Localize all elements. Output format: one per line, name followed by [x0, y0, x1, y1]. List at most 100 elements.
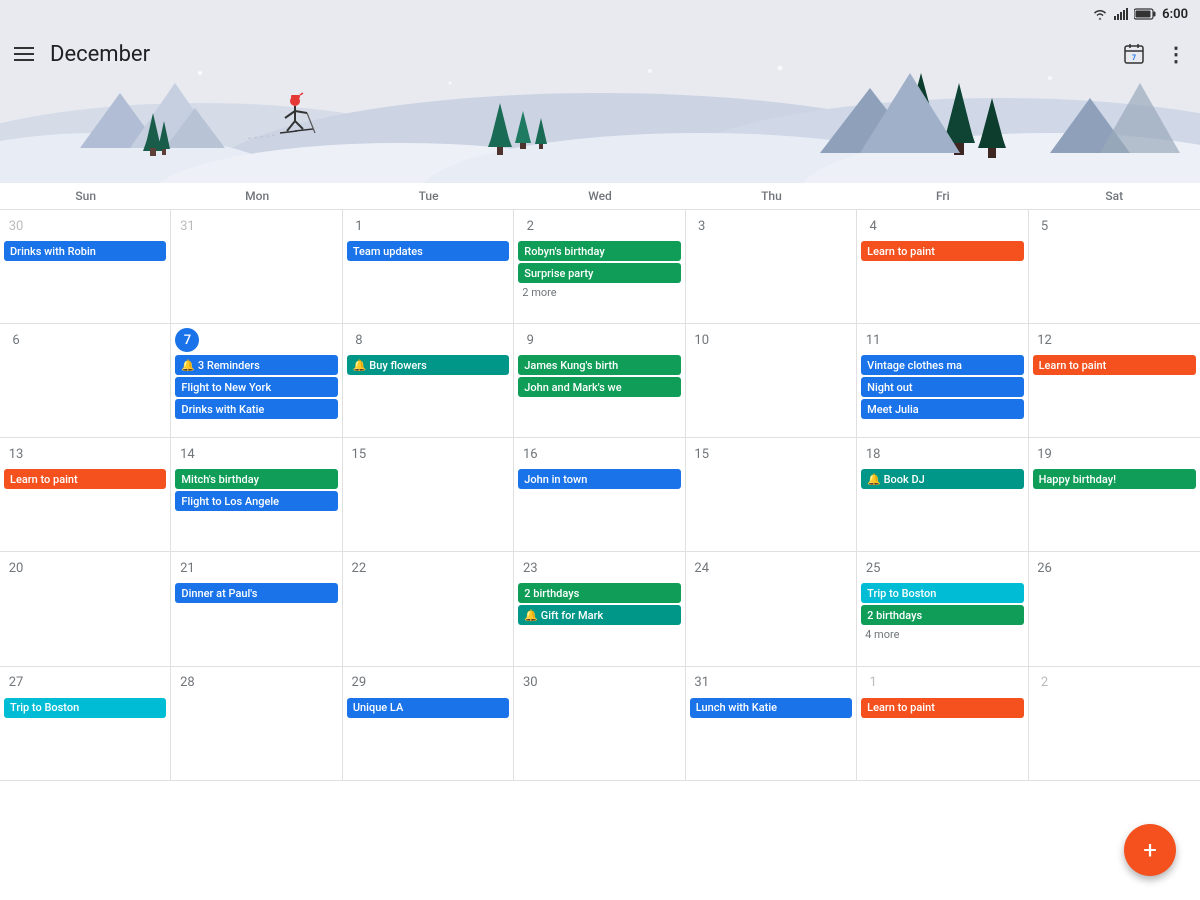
date-number-w1-d6[interactable]: 12 [1033, 328, 1057, 352]
event-w2-d1-e1[interactable]: Flight to Los Angele [175, 491, 337, 511]
event-w2-d1-e0[interactable]: Mitch's birthday [175, 469, 337, 489]
date-number-w0-d1[interactable]: 31 [175, 214, 199, 238]
date-number-w0-d3[interactable]: 2 [518, 214, 542, 238]
event-w3-d5-e0[interactable]: Trip to Boston [861, 583, 1023, 603]
date-number-w4-d5[interactable]: 1 [861, 671, 885, 695]
event-w1-d5-e0[interactable]: Vintage clothes ma [861, 355, 1023, 375]
date-number-w0-d4[interactable]: 3 [690, 214, 714, 238]
date-number-w4-d4[interactable]: 31 [690, 671, 714, 695]
date-number-w3-d1[interactable]: 21 [175, 556, 199, 580]
day-header-sat: Sat [1029, 183, 1200, 209]
add-icon: + [1143, 836, 1157, 864]
event-w1-d3-e0[interactable]: James Kung's birth [518, 355, 680, 375]
event-w3-d1-e0[interactable]: Dinner at Paul's [175, 583, 337, 603]
day-header-wed: Wed [514, 183, 685, 209]
event-w4-d4-e0[interactable]: Lunch with Katie [690, 698, 852, 718]
calendar-cell-w1-d1: 7 🔔 3 RemindersFlight to New YorkDrinks w… [171, 324, 342, 438]
date-number-w0-d6[interactable]: 5 [1033, 214, 1057, 238]
calendar-cell-w3-d2: 22 [343, 552, 514, 666]
event-w1-d1-e1[interactable]: Flight to New York [175, 377, 337, 397]
event-w3-d3-e1[interactable]: 🔔 Gift for Mark [518, 605, 680, 625]
calendar-cell-w0-d3: 2 Robyn's birthdaySurprise party 2 more [514, 210, 685, 324]
calendar-cell-w1-d6: 12 Learn to paint [1029, 324, 1200, 438]
calendar-cell-w4-d6: 2 [1029, 667, 1200, 781]
calendar-cell-w0-d0: 30 Drinks with Robin [0, 210, 171, 324]
day-header-fri: Fri [857, 183, 1028, 209]
wifi-icon [1092, 8, 1108, 20]
date-number-w3-d3[interactable]: 23 [518, 556, 542, 580]
event-w1-d5-e1[interactable]: Night out [861, 377, 1023, 397]
date-number-w2-d6[interactable]: 19 [1033, 442, 1057, 466]
calendar-today-button[interactable]: 7 [1118, 38, 1150, 70]
more-link-w0-d3[interactable]: 2 more [518, 285, 680, 300]
date-number-w1-d3[interactable]: 9 [518, 328, 542, 352]
date-number-w0-d5[interactable]: 4 [861, 214, 885, 238]
date-number-w4-d1[interactable]: 28 [175, 671, 199, 695]
date-number-w1-d1[interactable]: 7 [175, 328, 199, 352]
more-options-button[interactable]: ⋮ [1166, 42, 1186, 66]
calendar-cell-w3-d0: 20 [0, 552, 171, 666]
event-w3-d3-e0[interactable]: 2 birthdays [518, 583, 680, 603]
date-number-w1-d0[interactable]: 6 [4, 328, 28, 352]
date-number-w3-d2[interactable]: 22 [347, 556, 371, 580]
event-w3-d5-e1[interactable]: 2 birthdays [861, 605, 1023, 625]
date-number-w2-d1[interactable]: 14 [175, 442, 199, 466]
event-w1-d5-e2[interactable]: Meet Julia [861, 399, 1023, 419]
event-w4-d2-e0[interactable]: Unique LA [347, 698, 509, 718]
event-w0-d5-e0[interactable]: Learn to paint [861, 241, 1023, 261]
date-number-w2-d0[interactable]: 13 [4, 442, 28, 466]
event-w1-d1-e2[interactable]: Drinks with Katie [175, 399, 337, 419]
date-number-w2-d2[interactable]: 15 [347, 442, 371, 466]
calendar-cell-w0-d4: 3 [686, 210, 857, 324]
date-number-w1-d4[interactable]: 10 [690, 328, 714, 352]
date-number-w4-d2[interactable]: 29 [347, 671, 371, 695]
date-number-w0-d0[interactable]: 30 [4, 214, 28, 238]
event-w0-d3-e1[interactable]: Surprise party [518, 263, 680, 283]
date-number-w3-d0[interactable]: 20 [4, 556, 28, 580]
event-w1-d3-e1[interactable]: John and Mark's we [518, 377, 680, 397]
event-w2-d0-e0[interactable]: Learn to paint [4, 469, 166, 489]
date-number-w4-d6[interactable]: 2 [1033, 671, 1057, 695]
event-w2-d3-e0[interactable]: John in town [518, 469, 680, 489]
calendar-cell-w4-d4: 31 Lunch with Katie [686, 667, 857, 781]
event-w1-d1-e0[interactable]: 🔔 3 Reminders [175, 355, 337, 375]
calendar-cell-w2-d4: 15 [686, 438, 857, 552]
add-event-button[interactable]: + [1124, 824, 1176, 876]
time-display: 6:00 [1162, 7, 1188, 22]
event-w2-d6-e0[interactable]: Happy birthday! [1033, 469, 1196, 489]
day-header-sun: Sun [0, 183, 171, 209]
event-w0-d3-e0[interactable]: Robyn's birthday [518, 241, 680, 261]
date-number-w3-d4[interactable]: 24 [690, 556, 714, 580]
menu-button[interactable] [14, 47, 34, 61]
calendar-cell-w3-d6: 26 [1029, 552, 1200, 666]
date-number-w1-d5[interactable]: 11 [861, 328, 885, 352]
calendar-cell-w0-d5: 4 Learn to paint [857, 210, 1028, 324]
date-number-w0-d2[interactable]: 1 [347, 214, 371, 238]
day-header-mon: Mon [171, 183, 342, 209]
date-number-w2-d3[interactable]: 16 [518, 442, 542, 466]
event-w2-d5-e0[interactable]: 🔔 Book DJ [861, 469, 1023, 489]
signal-icon [1114, 8, 1128, 20]
event-w4-d0-e0[interactable]: Trip to Boston [4, 698, 166, 718]
event-w1-d6-e0[interactable]: Learn to paint [1033, 355, 1196, 375]
calendar-cell-w4-d0: 27 Trip to Boston [0, 667, 171, 781]
event-w0-d0-e0[interactable]: Drinks with Robin [4, 241, 166, 261]
date-number-w2-d5[interactable]: 18 [861, 442, 885, 466]
event-w1-d2-e0[interactable]: 🔔 Buy flowers [347, 355, 509, 375]
header: December 7 ⋮ [0, 28, 1200, 183]
date-number-w3-d6[interactable]: 26 [1033, 556, 1057, 580]
date-number-w1-d2[interactable]: 8 [347, 328, 371, 352]
day-headers: Sun Mon Tue Wed Thu Fri Sat [0, 183, 1200, 210]
date-number-w2-d4[interactable]: 15 [690, 442, 714, 466]
date-number-w3-d5[interactable]: 25 [861, 556, 885, 580]
calendar-cell-w1-d0: 6 [0, 324, 171, 438]
status-bar: 6:00 [0, 0, 1200, 28]
calendar-cell-w0-d6: 5 [1029, 210, 1200, 324]
more-link-w3-d5[interactable]: 4 more [861, 627, 1023, 642]
date-number-w4-d0[interactable]: 27 [4, 671, 28, 695]
event-w4-d5-e0[interactable]: Learn to paint [861, 698, 1023, 718]
date-number-w4-d3[interactable]: 30 [518, 671, 542, 695]
event-w0-d2-e0[interactable]: Team updates [347, 241, 509, 261]
calendar-cell-w0-d1: 31 [171, 210, 342, 324]
calendar-cell-w4-d5: 1 Learn to paint [857, 667, 1028, 781]
